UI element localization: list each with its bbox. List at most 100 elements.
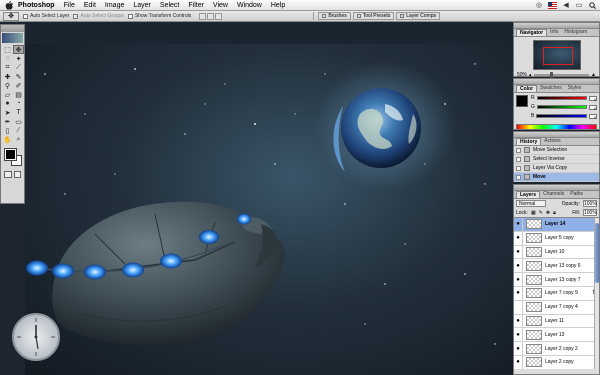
menu-image[interactable]: Image xyxy=(105,2,124,9)
lasso-tool-icon[interactable]: ◌ xyxy=(2,54,13,63)
blue-value[interactable]: 0 xyxy=(589,113,597,120)
menu-window[interactable]: Window xyxy=(237,2,262,9)
layers-scrollbar[interactable] xyxy=(594,218,599,369)
layer-row[interactable]: ● Layer 2 copy xyxy=(514,355,599,369)
lock-all-icon[interactable]: 🔒︎ xyxy=(553,210,556,216)
blur-tool-icon[interactable]: ● xyxy=(2,99,13,108)
visibility-eye-icon[interactable]: ● xyxy=(514,328,523,342)
tool-presets-well-tab[interactable]: Tool Presets xyxy=(352,12,395,20)
adobe-online-icon[interactable] xyxy=(2,33,23,43)
visibility-eye-icon[interactable]: ● xyxy=(514,355,523,369)
visibility-eye-icon[interactable]: ● xyxy=(514,342,523,355)
navigator-thumbnail[interactable] xyxy=(532,40,581,70)
visibility-eye-icon[interactable]: ● xyxy=(514,314,523,328)
menu-help[interactable]: Help xyxy=(271,2,285,9)
history-checkbox[interactable] xyxy=(516,147,521,153)
tab-navigator[interactable]: Navigator xyxy=(516,29,548,36)
fill-field[interactable]: 100% xyxy=(583,209,597,216)
crop-tool-icon[interactable]: ⌗ xyxy=(2,63,13,72)
visibility-eye-icon[interactable]: ● xyxy=(514,259,523,273)
tab-histogram[interactable]: Histogram xyxy=(561,29,590,36)
volume-icon[interactable]: ◀ xyxy=(562,1,570,9)
visibility-eye-icon[interactable]: ● xyxy=(514,218,523,231)
pen-tool-icon[interactable]: ✒ xyxy=(2,117,13,126)
layer-row[interactable]: ● Layer 10 xyxy=(514,245,599,260)
tab-color[interactable]: Color xyxy=(516,85,538,92)
color-spectrum-bar[interactable] xyxy=(516,124,597,130)
slice-tool-icon[interactable]: ⟋ xyxy=(13,63,24,72)
navigator-view-box[interactable] xyxy=(542,47,573,65)
tab-paths[interactable]: Paths xyxy=(567,191,586,198)
spotlight-icon[interactable] xyxy=(588,1,596,9)
move-tool-icon[interactable]: ✥ xyxy=(13,45,24,54)
history-brush-tool-icon[interactable]: ✐ xyxy=(13,81,24,90)
align-middle-icon[interactable] xyxy=(207,12,215,20)
layer-row[interactable]: ● Layer 5 copy xyxy=(514,231,599,246)
zoom-tool-icon[interactable]: ⌕ xyxy=(13,135,24,144)
red-slider[interactable] xyxy=(536,96,587,100)
apple-menu-icon[interactable] xyxy=(4,0,13,10)
visibility-eye-icon[interactable]: ● xyxy=(514,245,523,259)
history-item[interactable]: Move Selection xyxy=(514,146,599,155)
blend-mode-select[interactable]: Normal xyxy=(516,200,546,207)
flag-icon[interactable] xyxy=(548,1,557,9)
tab-styles[interactable]: Styles xyxy=(565,85,585,92)
hand-tool-icon[interactable]: ✋ xyxy=(2,135,13,144)
menu-edit[interactable]: Edit xyxy=(84,2,96,9)
layer-row[interactable]: ● Layer 13 xyxy=(514,328,599,343)
tab-actions[interactable]: Actions xyxy=(541,138,563,145)
layer-row[interactable]: ● Layer 13 copy 6 xyxy=(514,259,599,274)
path-selection-tool-icon[interactable]: ➤ xyxy=(2,108,13,117)
layer-row[interactable]: ● Layer 2 copy 2 xyxy=(514,342,599,356)
marquee-tool-icon[interactable]: ⬚ xyxy=(2,45,13,54)
visibility-eye-icon[interactable] xyxy=(514,300,523,314)
blue-slider[interactable] xyxy=(536,114,587,118)
type-tool-icon[interactable]: T xyxy=(13,108,24,117)
dodge-tool-icon[interactable]: ◔ xyxy=(13,99,24,108)
brush-tool-icon[interactable]: ✎ xyxy=(13,72,24,81)
red-value[interactable]: 0 xyxy=(589,95,597,102)
tab-channels[interactable]: Channels xyxy=(540,191,567,198)
brushes-well-tab[interactable]: Brushes xyxy=(318,12,351,20)
auto-select-layer-checkbox[interactable]: Auto Select Layer xyxy=(23,13,69,19)
layer-row[interactable]: ●Layer 7 copy 9fx xyxy=(514,286,599,301)
layer-row[interactable]: ● Layer 13 copy 7 xyxy=(514,273,599,287)
history-item[interactable]: Select Inverse xyxy=(514,155,599,164)
standard-mode-icon[interactable] xyxy=(4,171,12,178)
lock-transparency-icon[interactable]: ▦ xyxy=(531,210,536,216)
notes-tool-icon[interactable]: ▯ xyxy=(2,126,13,135)
layer-row[interactable]: ● Layer 14 xyxy=(514,218,599,232)
tab-info[interactable]: Info xyxy=(547,29,561,36)
zoom-slider[interactable] xyxy=(533,72,590,78)
gradient-tool-icon[interactable]: ▤ xyxy=(13,90,24,99)
clock-widget[interactable] xyxy=(12,313,60,361)
shape-tool-icon[interactable]: ▭ xyxy=(13,117,24,126)
history-item[interactable]: Layer Via Copy xyxy=(514,164,599,173)
layer-comps-well-tab[interactable]: Layer Comps xyxy=(396,12,440,20)
visibility-eye-icon[interactable]: ● xyxy=(514,231,523,245)
healing-brush-tool-icon[interactable]: ✚ xyxy=(2,72,13,81)
opacity-field[interactable]: 100% xyxy=(583,200,597,207)
auto-select-groups-checkbox[interactable]: ✓ Auto Select Groups xyxy=(73,13,124,19)
eraser-tool-icon[interactable]: ▱ xyxy=(2,90,13,99)
lock-image-icon[interactable]: ✎ xyxy=(539,210,543,216)
app-name-menu[interactable]: Photoshop xyxy=(18,2,55,9)
tab-layers[interactable]: Layers xyxy=(516,191,541,198)
battery-icon[interactable]: ▭ xyxy=(575,1,583,9)
lock-position-icon[interactable]: ✥ xyxy=(546,210,550,216)
show-transform-controls-checkbox[interactable]: Show Transform Controls xyxy=(127,13,191,19)
layer-row[interactable]: ● Layer 11 xyxy=(514,314,599,329)
history-checkbox[interactable] xyxy=(516,174,521,180)
tool-preset-picker[interactable]: ✥ xyxy=(3,11,19,21)
align-bottom-icon[interactable] xyxy=(215,12,223,20)
menu-filter[interactable]: Filter xyxy=(188,2,204,9)
visibility-eye-icon[interactable]: ● xyxy=(514,273,523,286)
menu-select[interactable]: Select xyxy=(160,2,179,9)
foreground-color-swatch[interactable] xyxy=(4,148,17,161)
history-checkbox[interactable] xyxy=(516,165,521,171)
history-item[interactable]: Move xyxy=(514,173,599,182)
green-value[interactable]: 0 xyxy=(589,104,597,111)
align-top-icon[interactable] xyxy=(199,12,207,20)
eyedropper-tool-icon[interactable]: ⁄ xyxy=(13,126,24,135)
green-slider[interactable] xyxy=(536,105,587,109)
